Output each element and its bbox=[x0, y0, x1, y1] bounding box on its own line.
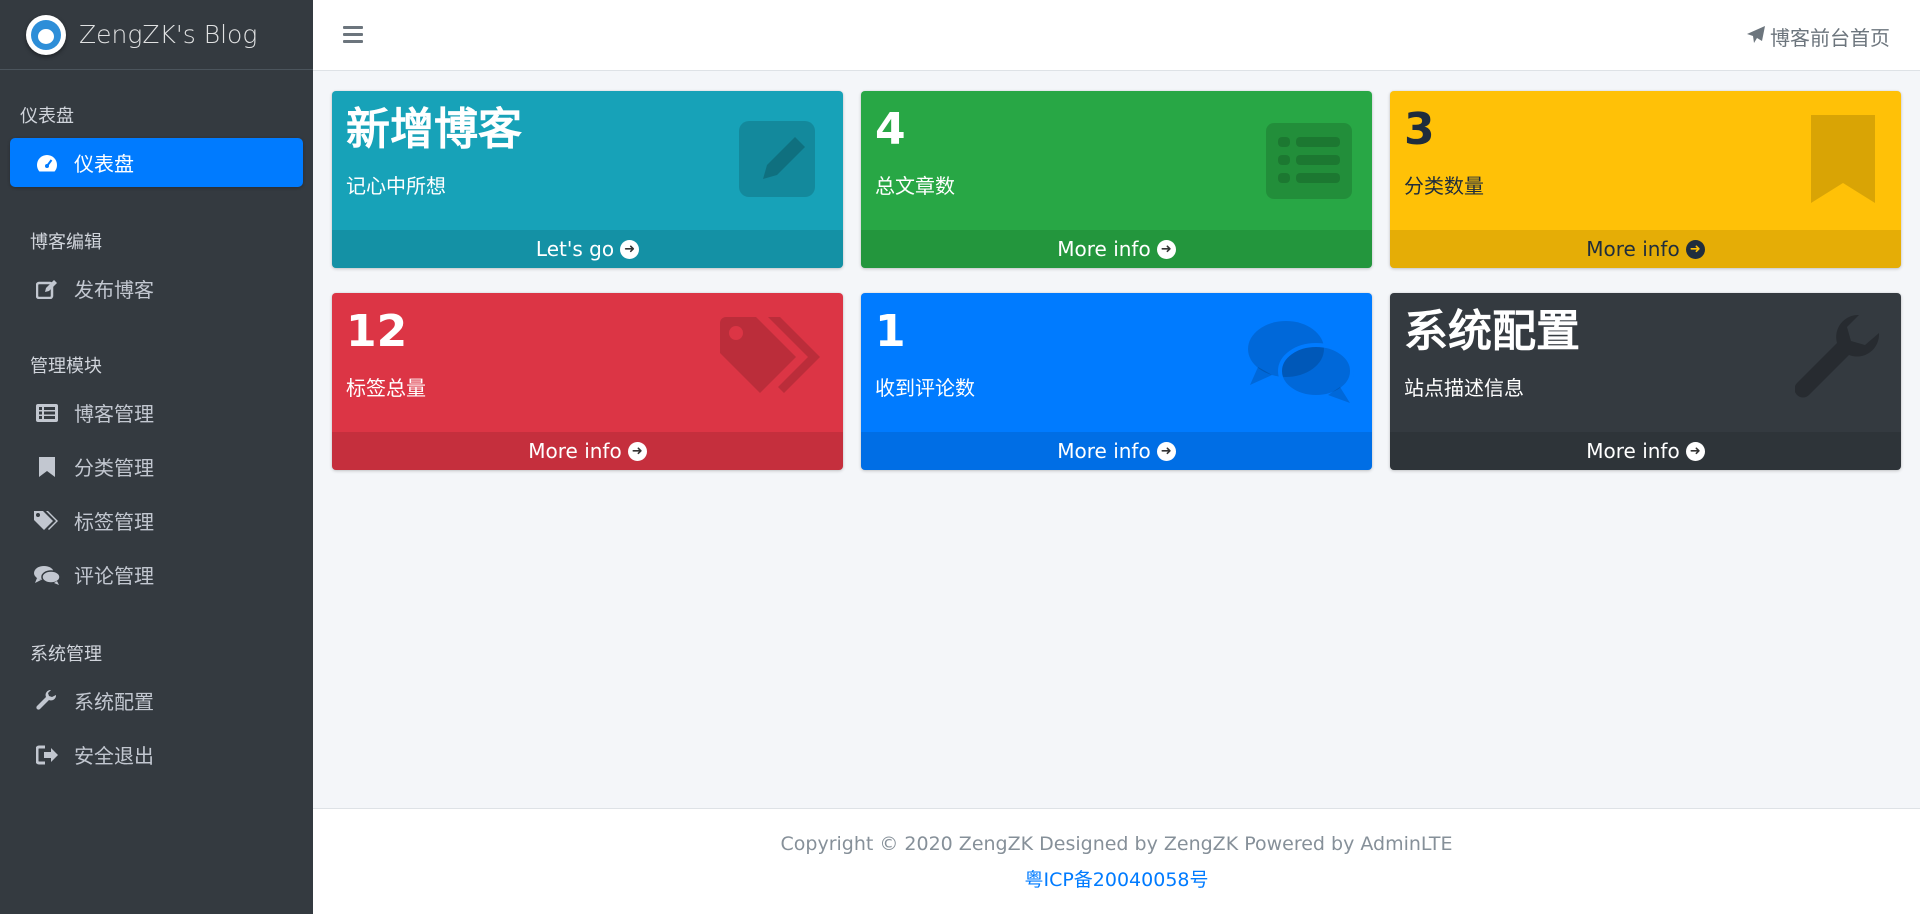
menu-toggle-icon[interactable] bbox=[343, 26, 363, 44]
bookmark-icon bbox=[1811, 115, 1875, 203]
card-footer-label: More info bbox=[1586, 439, 1680, 463]
tags-icon bbox=[34, 510, 60, 532]
sidebar-item-label: 仪表盘 bbox=[74, 152, 134, 176]
sidebar-item-label: 安全退出 bbox=[74, 744, 154, 768]
card-comments-received: 1 收到评论数 More info ➜ bbox=[861, 293, 1372, 470]
card-footer-label: More info bbox=[1057, 439, 1151, 463]
copyright-text: Copyright © 2020 ZengZK Designed by Zeng… bbox=[780, 833, 1453, 855]
card-tag-total: 12 标签总量 More info ➜ bbox=[332, 293, 843, 470]
sidebar-item-dashboard[interactable]: 仪表盘 bbox=[10, 138, 303, 187]
page-footer: Copyright © 2020 ZengZK Designed by Zeng… bbox=[313, 808, 1920, 914]
arrow-circle-right-icon: ➜ bbox=[1156, 239, 1176, 259]
wrench-icon bbox=[34, 689, 60, 712]
nav-header-dashboard: 仪表盘 bbox=[20, 106, 74, 127]
sidebar-item-system-config[interactable]: 系统配置 bbox=[10, 676, 303, 725]
card-footer-link[interactable]: More info ➜ bbox=[861, 230, 1372, 268]
arrow-circle-right-icon: ➜ bbox=[1156, 441, 1176, 461]
card-new-blog: 新增博客 记心中所想 Let's go ➜ bbox=[332, 91, 843, 268]
sign-out-icon bbox=[34, 744, 60, 766]
top-navbar: 博客前台首页 bbox=[313, 0, 1920, 71]
sidebar: ZengZK's Blog 仪表盘 仪表盘 博客编辑 发布博客 管理模块 博客管… bbox=[0, 0, 313, 914]
sidebar-item-publish-blog[interactable]: 发布博客 bbox=[10, 264, 303, 313]
edit-icon bbox=[34, 278, 60, 300]
arrow-circle-right-icon: ➜ bbox=[1685, 239, 1705, 259]
arrow-circle-right-icon: ➜ bbox=[620, 239, 640, 259]
card-system-config: 系统配置 站点描述信息 More info ➜ bbox=[1390, 293, 1901, 470]
icp-link[interactable]: 粤ICP备20040058号 bbox=[313, 865, 1920, 892]
sidebar-item-blog-management[interactable]: 博客管理 bbox=[10, 388, 303, 437]
card-footer-label: Let's go bbox=[535, 237, 615, 261]
card-footer-link[interactable]: Let's go ➜ bbox=[332, 230, 843, 268]
brand-title: ZengZK's Blog bbox=[79, 20, 258, 49]
sidebar-item-label: 系统配置 bbox=[74, 690, 154, 714]
blog-front-link[interactable]: 博客前台首页 bbox=[1747, 22, 1890, 51]
tags-icon bbox=[720, 317, 820, 393]
sidebar-item-label: 发布博客 bbox=[74, 278, 154, 302]
card-footer-label: More info bbox=[528, 439, 622, 463]
card-footer-label: More info bbox=[1057, 237, 1151, 261]
front-link-label: 博客前台首页 bbox=[1770, 26, 1890, 50]
sidebar-item-label: 分类管理 bbox=[74, 456, 154, 480]
card-footer-label: More info bbox=[1586, 237, 1680, 261]
wrench-icon bbox=[1795, 315, 1880, 398]
card-footer-link[interactable]: More info ➜ bbox=[861, 432, 1372, 470]
brand-link[interactable]: ZengZK's Blog bbox=[0, 0, 313, 70]
sidebar-item-label: 标签管理 bbox=[74, 510, 154, 534]
card-footer-link[interactable]: More info ➜ bbox=[1390, 432, 1901, 470]
nav-header-system: 系统管理 bbox=[30, 644, 102, 665]
sidebar-item-logout[interactable]: 安全退出 bbox=[10, 730, 303, 779]
comments-icon bbox=[34, 564, 60, 586]
bookmark-icon bbox=[34, 456, 60, 478]
sidebar-item-label: 博客管理 bbox=[74, 402, 154, 426]
tachometer-icon bbox=[34, 152, 60, 174]
nav-header-management: 管理模块 bbox=[30, 356, 102, 377]
sidebar-item-category-management[interactable]: 分类管理 bbox=[10, 442, 303, 491]
list-icon bbox=[34, 402, 60, 424]
sidebar-item-comment-management[interactable]: 评论管理 bbox=[10, 550, 303, 599]
sidebar-item-label: 评论管理 bbox=[74, 564, 154, 588]
list-icon bbox=[1266, 123, 1352, 199]
sidebar-item-tag-management[interactable]: 标签管理 bbox=[10, 496, 303, 545]
brand-logo bbox=[26, 14, 66, 55]
edit-icon bbox=[739, 121, 815, 197]
card-category-count: 3 分类数量 More info ➜ bbox=[1390, 91, 1901, 268]
card-footer-link[interactable]: More info ➜ bbox=[332, 432, 843, 470]
arrow-circle-right-icon: ➜ bbox=[627, 441, 647, 461]
arrow-circle-right-icon: ➜ bbox=[1685, 441, 1705, 461]
nav-header-blog-edit: 博客编辑 bbox=[30, 232, 102, 253]
paper-plane-icon bbox=[1747, 25, 1765, 49]
comments-icon bbox=[1248, 321, 1354, 403]
card-footer-link[interactable]: More info ➜ bbox=[1390, 230, 1901, 268]
card-total-articles: 4 总文章数 More info ➜ bbox=[861, 91, 1372, 268]
